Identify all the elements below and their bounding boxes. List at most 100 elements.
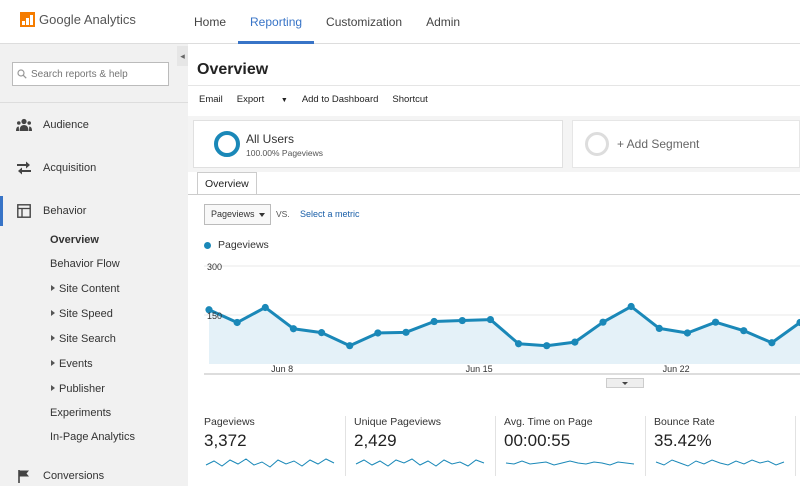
data-point[interactable] bbox=[768, 339, 776, 347]
metric-dropdown-value: Pageviews bbox=[211, 209, 255, 219]
metric-dropdown[interactable]: Pageviews bbox=[204, 204, 271, 225]
chevron-left-icon: ◂ bbox=[180, 51, 185, 61]
select-metric-link[interactable]: Select a metric bbox=[300, 209, 360, 219]
subtab-divider bbox=[188, 194, 800, 195]
stat-value: 00:00:55 bbox=[504, 431, 571, 450]
segment-placeholder-ring-icon bbox=[585, 132, 609, 156]
pageviews-chart[interactable]: 300 150 Jun 8 Jun 15 Jun 22 bbox=[204, 256, 800, 384]
tab-admin[interactable]: Admin bbox=[414, 0, 472, 44]
data-point[interactable] bbox=[655, 324, 663, 332]
data-point[interactable] bbox=[402, 328, 410, 336]
stat-avg-time-on-page[interactable]: Avg. Time on Page 00:00:55 bbox=[504, 416, 638, 482]
data-point[interactable] bbox=[711, 318, 720, 326]
stat-bounce-rate[interactable]: Bounce Rate 35.42% bbox=[654, 416, 788, 482]
sidebar-item-behavior[interactable]: Behavior bbox=[0, 196, 188, 226]
search-icon bbox=[17, 69, 27, 79]
sidebar-subitem-in-page-analytics[interactable]: In-Page Analytics bbox=[50, 428, 135, 446]
sidebar-item-conversions[interactable]: Conversions bbox=[0, 461, 188, 491]
stat-value: 2,429 bbox=[354, 431, 397, 450]
stat-divider bbox=[345, 416, 346, 476]
title-divider bbox=[188, 85, 800, 86]
sidebar-item-label: Behavior bbox=[43, 205, 87, 217]
segment-subtitle: 100.00% Pageviews bbox=[246, 148, 324, 158]
segment-name: All Users bbox=[246, 132, 295, 146]
segment-card-all-users[interactable]: All Users 100.00% Pageviews bbox=[193, 120, 563, 168]
data-point[interactable] bbox=[740, 327, 748, 335]
sidebar-subitem-experiments[interactable]: Experiments bbox=[50, 404, 111, 422]
app-title: Google Analytics bbox=[39, 12, 136, 27]
arrows-icon bbox=[16, 160, 32, 176]
stat-pageviews[interactable]: Pageviews 3,372 bbox=[204, 416, 338, 482]
sidebar-subitem-site-content[interactable]: Site Content bbox=[50, 280, 120, 298]
stat-label: Bounce Rate bbox=[654, 416, 715, 428]
sidebar: Audience Acquisition Behavior Overview B… bbox=[0, 44, 188, 486]
data-point[interactable] bbox=[374, 329, 382, 337]
data-point[interactable] bbox=[543, 342, 551, 350]
sidebar-item-acquisition[interactable]: Acquisition bbox=[0, 153, 188, 183]
sidebar-subitem-behavior-flow[interactable]: Behavior Flow bbox=[50, 255, 120, 273]
sidebar-subitem-events[interactable]: Events bbox=[50, 355, 93, 373]
layout-icon bbox=[16, 203, 32, 219]
sidebar-subitem-overview[interactable]: Overview bbox=[50, 231, 99, 249]
data-point[interactable] bbox=[317, 329, 326, 337]
sidebar-divider bbox=[0, 102, 188, 103]
sparkline bbox=[655, 459, 785, 467]
data-point[interactable] bbox=[514, 340, 523, 348]
sidebar-subitem-site-search[interactable]: Site Search bbox=[50, 330, 116, 348]
data-point[interactable] bbox=[346, 342, 354, 350]
sidebar-subitem-publisher[interactable]: Publisher bbox=[50, 380, 105, 398]
search-box[interactable] bbox=[12, 62, 169, 86]
expand-triangle-icon bbox=[51, 360, 55, 366]
data-point[interactable] bbox=[571, 338, 579, 346]
add-to-dashboard-button[interactable]: Add to Dashboard bbox=[302, 94, 379, 105]
main-panel: Overview Email Export ▼ Add to Dashboard… bbox=[188, 44, 800, 486]
chart-collapse-toggle[interactable] bbox=[606, 378, 644, 388]
sidebar-subitem-label: Site Search bbox=[59, 333, 116, 345]
stat-divider bbox=[645, 416, 646, 476]
export-button[interactable]: Export ▼ bbox=[237, 94, 288, 105]
tab-overview[interactable]: Overview bbox=[197, 172, 257, 195]
sidebar-item-label: Conversions bbox=[43, 470, 105, 482]
data-point[interactable] bbox=[599, 318, 607, 326]
add-segment-button[interactable]: + Add Segment bbox=[572, 120, 800, 168]
app-logo[interactable]: Google Analytics bbox=[20, 12, 136, 27]
sparkline bbox=[355, 458, 485, 467]
sidebar-item-audience[interactable]: Audience bbox=[0, 110, 188, 140]
sidebar-subitem-site-speed[interactable]: Site Speed bbox=[50, 305, 113, 323]
stat-value: 35.42% bbox=[654, 431, 712, 450]
sidebar-subitem-label: Publisher bbox=[59, 383, 105, 395]
tab-customization[interactable]: Customization bbox=[314, 0, 414, 44]
stat-value: 3,372 bbox=[204, 431, 247, 450]
data-point[interactable] bbox=[289, 325, 298, 333]
people-icon bbox=[16, 117, 32, 133]
data-point[interactable] bbox=[627, 302, 635, 311]
stat-label: Unique Pageviews bbox=[354, 416, 441, 428]
export-label: Export bbox=[236, 94, 265, 105]
data-point[interactable] bbox=[486, 315, 495, 324]
data-point[interactable] bbox=[683, 329, 692, 337]
data-point[interactable] bbox=[430, 317, 438, 326]
stat-unique-pageviews[interactable]: Unique Pageviews 2,429 bbox=[354, 416, 488, 482]
email-button[interactable]: Email bbox=[199, 94, 223, 105]
stat-divider bbox=[495, 416, 496, 476]
shortcut-button[interactable]: Shortcut bbox=[392, 94, 427, 105]
sidebar-item-label: Audience bbox=[43, 119, 89, 131]
sparkline bbox=[505, 460, 635, 466]
x-tick-label: Jun 8 bbox=[271, 364, 293, 374]
action-bar: Email Export ▼ Add to Dashboard Shortcut bbox=[199, 94, 442, 105]
data-point[interactable] bbox=[458, 316, 466, 325]
search-input[interactable] bbox=[31, 68, 161, 80]
sidebar-item-label: Acquisition bbox=[43, 162, 97, 174]
tab-reporting[interactable]: Reporting bbox=[238, 0, 315, 44]
tab-home[interactable]: Home bbox=[182, 0, 238, 44]
legend-label: Pageviews bbox=[218, 239, 269, 251]
data-point[interactable] bbox=[233, 318, 241, 327]
expand-triangle-icon bbox=[51, 385, 55, 391]
top-nav: Home Reporting Customization Admin bbox=[182, 0, 472, 44]
page-title: Overview bbox=[197, 61, 269, 78]
sidebar-collapse-button[interactable]: ◂ bbox=[177, 46, 188, 66]
data-point[interactable] bbox=[261, 303, 269, 312]
flag-icon bbox=[16, 468, 32, 484]
sidebar-subitem-label: Site Speed bbox=[59, 308, 113, 320]
expand-triangle-icon bbox=[51, 335, 55, 341]
